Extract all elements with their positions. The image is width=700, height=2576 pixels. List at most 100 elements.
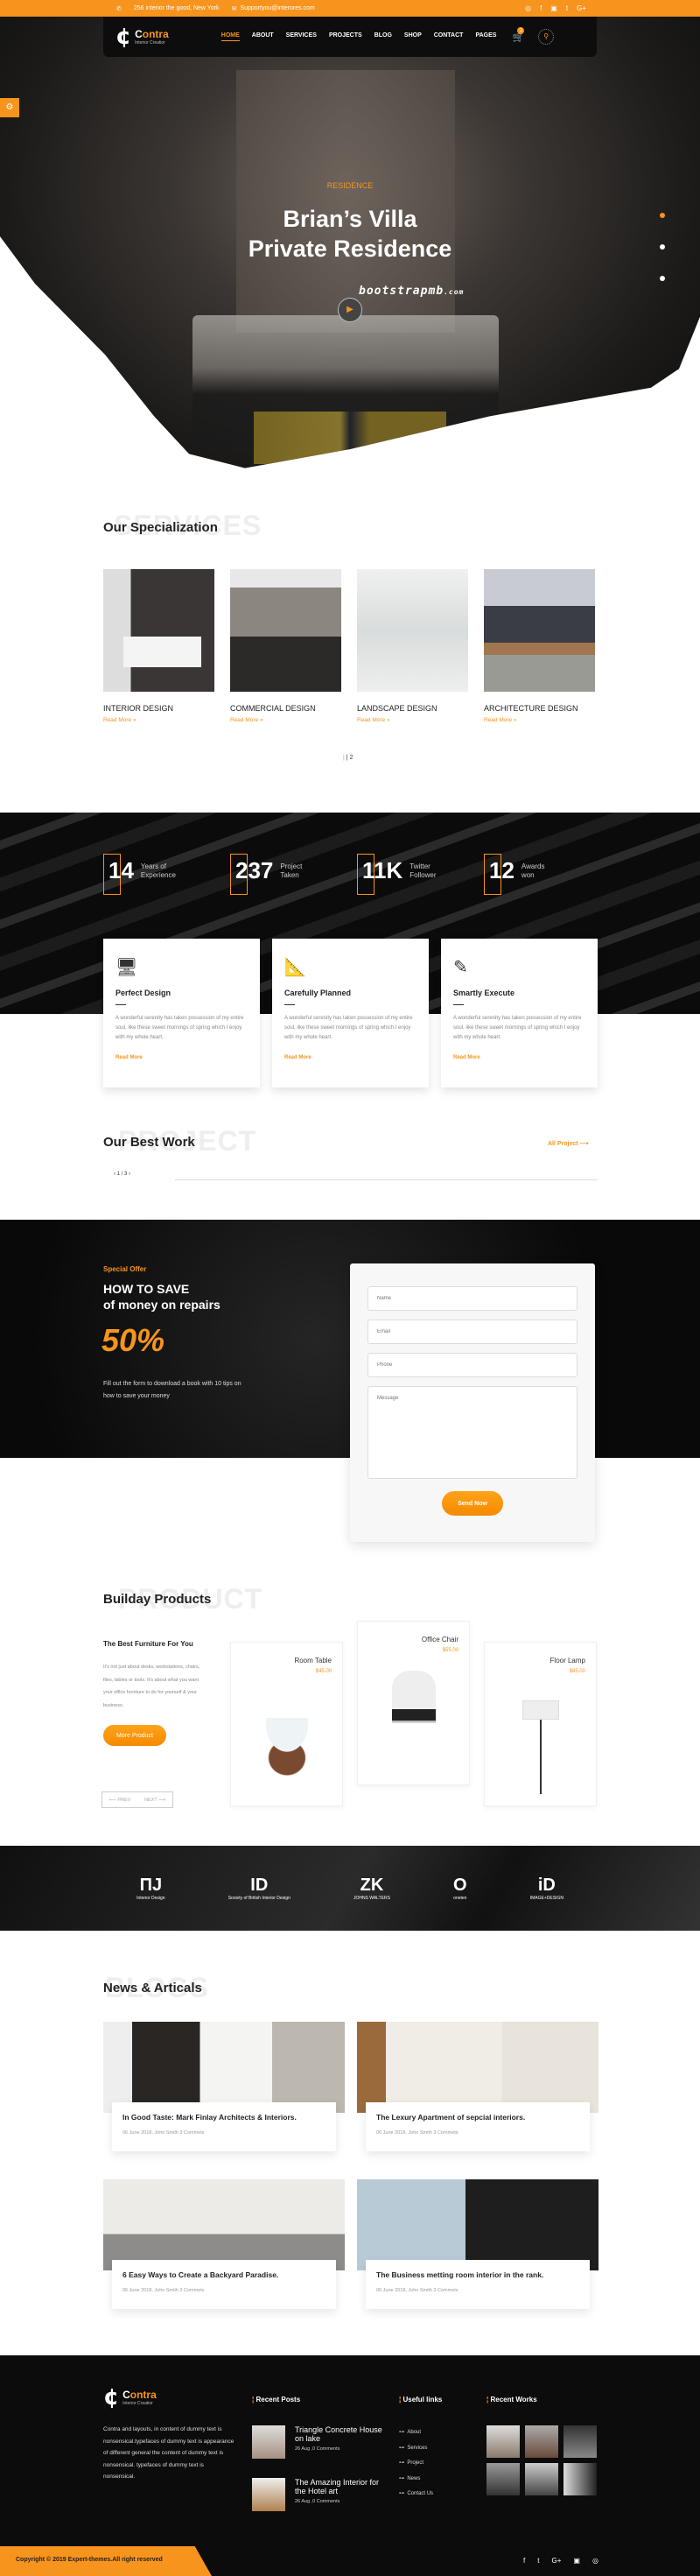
offer-percent: 50% [102, 1322, 165, 1358]
top-bar: ✆ 256 interior the good, New York ✉ Supp… [0, 0, 700, 17]
service-card[interactable]: ARCHITECTURE DESIGN Read More » [484, 569, 595, 723]
ruler-pencil-icon: ✎ [453, 958, 468, 977]
floor-lamp-image [522, 1700, 559, 1720]
useful-links-heading: Useful links [399, 2396, 442, 2404]
footer-link-news[interactable]: ⊶ News [399, 2472, 478, 2488]
work-thumb[interactable] [564, 2425, 597, 2458]
read-more-link[interactable]: Read More » [230, 717, 341, 723]
partner-logo[interactable]: iD IMAGE+DESIGN [530, 1876, 564, 1901]
work-pager[interactable]: ‹ 1 / 3 › [114, 1172, 130, 1177]
hero-tag: RESIDENCE [326, 181, 374, 190]
news-card[interactable]: 6 Easy Ways to Create a Backyard Paradis… [103, 2179, 345, 2309]
service-card[interactable]: COMMERCIAL DESIGN Read More » [230, 569, 341, 723]
copyright: Copyright © 2019 Expert-themes.All right… [0, 2546, 212, 2576]
feature-card: ✎ Smartly Execute A wonderful serenity has… [441, 939, 598, 1087]
read-more-link[interactable]: Read More [453, 1055, 585, 1060]
section-title: Our Specialization [103, 520, 218, 535]
logo-mark-icon: ¢ [116, 24, 132, 50]
prev-button[interactable]: ⟵ PREV [109, 1798, 130, 1803]
recent-post[interactable]: Triangle Concrete House on lake 26 Aug ,0… [252, 2425, 385, 2459]
recent-works-gallery [486, 2425, 597, 2495]
work-thumb[interactable] [525, 2425, 558, 2458]
all-project-link[interactable]: All Project ⟶ [548, 1140, 589, 1147]
search-icon[interactable]: ⚲ [538, 29, 555, 45]
work-thumb[interactable] [486, 2463, 520, 2495]
phone-input[interactable] [368, 1353, 578, 1377]
partner-logo[interactable]: ПJ Interior Design [136, 1876, 165, 1901]
products-text: It's not just about desks, workstations,… [103, 1665, 200, 1708]
product-card[interactable]: Room Table $45.00 [230, 1642, 343, 1806]
product-card[interactable]: Office Chair $55.00 [357, 1621, 470, 1785]
section-title: News & Articals [103, 1981, 202, 1995]
offer-text: Fill out the form to download a book wit… [103, 1381, 242, 1399]
section-title: Our Best Work [103, 1135, 195, 1150]
recent-post[interactable]: The Amazing Interior for the Hotel art 26… [252, 2478, 385, 2511]
read-more-link[interactable]: Read More [284, 1055, 416, 1060]
nav-about[interactable]: ABOUT [252, 32, 274, 41]
partner-logo[interactable]: Ooneten [453, 1876, 467, 1901]
news-card[interactable]: The Lexury Apartment of sepcial interior… [357, 2022, 598, 2151]
work-thumb[interactable] [525, 2463, 558, 2495]
whatsapp-icon[interactable]: ◎ [525, 4, 531, 12]
read-more-link[interactable]: Read More [116, 1055, 248, 1060]
contact-form: Send Now [350, 1263, 595, 1542]
slider-dot-3[interactable] [660, 276, 665, 281]
more-product-button[interactable]: More Product [103, 1725, 166, 1746]
email-link[interactable]: Supportyou@interores.com [240, 5, 314, 11]
whatsapp-icon[interactable]: ◎ [592, 2557, 598, 2565]
work-thumb[interactable] [486, 2425, 520, 2458]
play-video-button[interactable]: ▶ [338, 298, 362, 322]
nav-home[interactable]: HOME [220, 32, 240, 41]
news-card[interactable]: In Good Taste: Mark Finlay Architects & … [103, 2022, 345, 2151]
read-more-link[interactable]: Read More » [103, 717, 214, 723]
slider-dot-2[interactable] [660, 244, 665, 250]
news-card[interactable]: The Business metting room interior in th… [357, 2179, 598, 2309]
send-now-button[interactable]: Send Now [442, 1491, 503, 1516]
read-more-link[interactable]: Read More » [357, 717, 468, 723]
pagination[interactable]: | | 2 [343, 755, 353, 761]
instagram-icon[interactable]: ▣ [550, 4, 557, 12]
nav-pages[interactable]: PAGES [475, 32, 496, 41]
facebook-icon[interactable]: f [523, 2557, 525, 2565]
design-tools-icon: 🖥 [116, 958, 138, 977]
logo-mark-icon: ¢ [103, 2384, 120, 2411]
service-card[interactable]: LANDSCAPE DESIGN Read More » [357, 569, 468, 723]
feature-card: 📐 Carefully Planned A wonderful serenity h… [272, 939, 429, 1087]
footer-link-contact[interactable]: ⊶ Contact Us [399, 2487, 478, 2502]
nav-services[interactable]: SERVICES [286, 32, 317, 41]
nav-projects[interactable]: PROJECTS [329, 32, 362, 41]
email-input[interactable] [368, 1320, 578, 1344]
address: 256 interior the good, New York [133, 5, 220, 11]
partners-band: ПJ Interior Design ID Society of British I… [0, 1846, 700, 1931]
google-plus-icon[interactable]: G+ [577, 4, 586, 12]
instagram-icon[interactable]: ▣ [573, 2557, 580, 2565]
settings-gear-icon[interactable]: ⚙ [0, 98, 19, 117]
nav-shop[interactable]: SHOP [404, 32, 422, 41]
message-input[interactable] [368, 1386, 578, 1479]
slider-dot-1[interactable] [660, 213, 665, 218]
work-thumb[interactable] [564, 2463, 597, 2495]
next-button[interactable]: NEXT ⟶ [144, 1798, 165, 1803]
facebook-icon[interactable]: f [540, 4, 542, 12]
service-card[interactable]: INTERIOR DESIGN Read More » [103, 569, 214, 723]
products-subtitle: The Best Furniture For You [103, 1640, 193, 1648]
stat-years: 14 Years of Experience [103, 854, 176, 895]
product-card[interactable]: Floor Lamp $65.00 [484, 1642, 597, 1806]
partner-logo[interactable]: ID Society of British Interior Design [228, 1876, 290, 1901]
footer-link-about[interactable]: ⊶ About [399, 2425, 478, 2441]
nav-contact[interactable]: CONTACT [434, 32, 464, 41]
stat-awards: 12 Awards won [484, 854, 544, 895]
footer-logo[interactable]: ¢ Contra Interior Creatior [103, 2384, 157, 2411]
nav-blog[interactable]: BLOG [374, 32, 392, 41]
partner-logo[interactable]: ZK JOHNS WALTERS [354, 1876, 390, 1901]
read-more-link[interactable]: Read More » [484, 717, 595, 723]
feature-card: 🖥 Perfect Design A wonderful serenity has … [103, 939, 260, 1087]
twitter-icon[interactable]: t [566, 4, 568, 12]
cart-icon[interactable]: 🛒 2 [512, 26, 525, 43]
twitter-icon[interactable]: t [537, 2557, 539, 2565]
logo[interactable]: ¢ Contra Interior Creatior [116, 24, 169, 50]
footer-link-project[interactable]: ⊶ Project [399, 2456, 478, 2472]
footer-link-services[interactable]: ⊶ Services [399, 2441, 478, 2457]
google-plus-icon[interactable]: G+ [551, 2557, 561, 2565]
name-input[interactable] [368, 1286, 578, 1311]
